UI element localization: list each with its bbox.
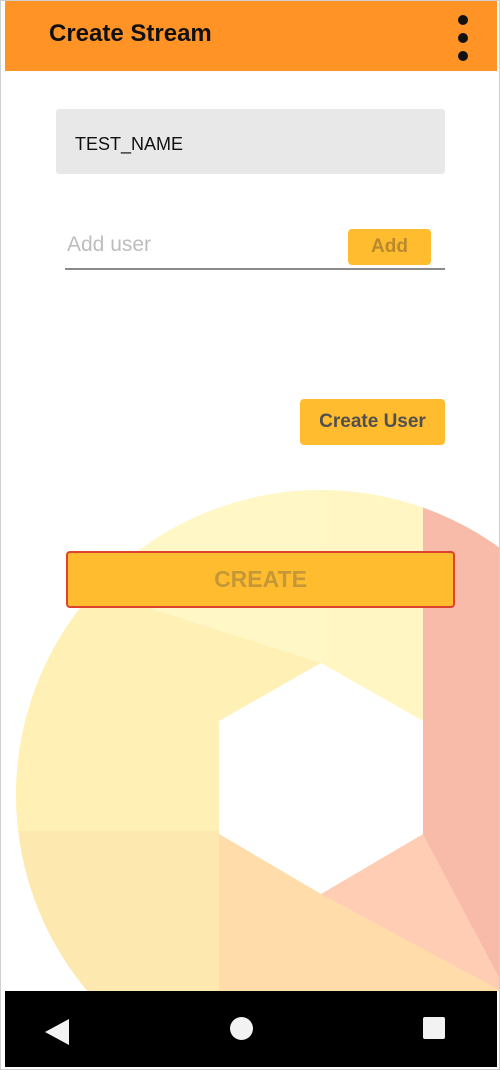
- app-bar: Create Stream: [5, 1, 497, 71]
- back-triangle-icon[interactable]: [45, 1019, 69, 1045]
- create-button[interactable]: CREATE: [66, 551, 455, 608]
- screen: Create Stream TEST_NAME Add Create User …: [0, 0, 500, 1070]
- more-vert-icon[interactable]: [451, 15, 475, 61]
- stream-name-value: TEST_NAME: [75, 134, 184, 154]
- stream-name-field[interactable]: TEST_NAME: [56, 109, 445, 174]
- add-button[interactable]: Add: [348, 229, 431, 265]
- aperture-logo-icon: [16, 490, 499, 991]
- recents-square-icon[interactable]: [423, 1017, 445, 1039]
- create-user-button[interactable]: Create User: [300, 399, 445, 445]
- home-circle-icon[interactable]: [230, 1017, 253, 1040]
- page-title: Create Stream: [49, 20, 212, 47]
- system-nav-bar: [5, 991, 497, 1067]
